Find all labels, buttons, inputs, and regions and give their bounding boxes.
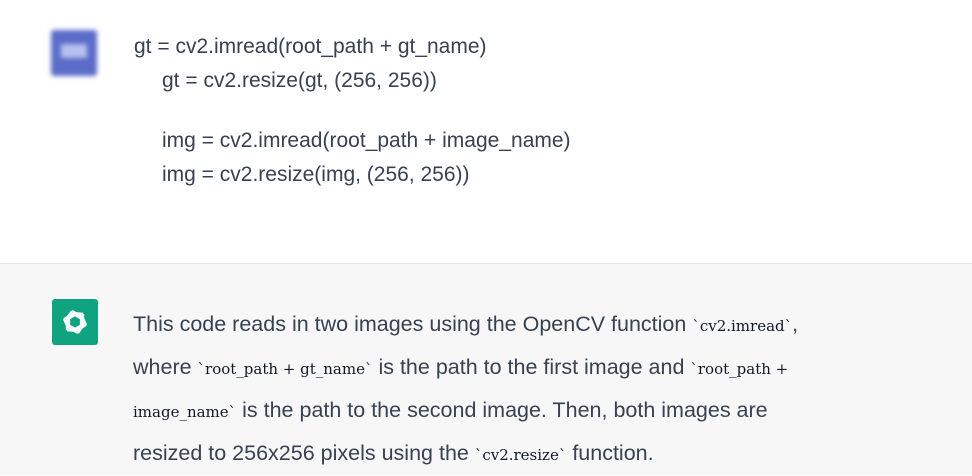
assistant-message-text: This code reads in two images using the …	[133, 304, 963, 476]
inline-code: `cv2.imread`	[692, 317, 793, 335]
assistant-line: resized to 256x256 pixels using the `cv2…	[133, 433, 963, 476]
text-segment: resized to 256x256 pixels using the	[133, 441, 475, 465]
user-code-line: img = cv2.resize(img, (256, 256))	[162, 163, 470, 186]
text-segment: function.	[566, 441, 654, 465]
inline-code: `root_path +	[690, 360, 789, 378]
user-code-line: gt = cv2.imread(root_path + gt_name)	[134, 35, 487, 58]
user-message-text: gt = cv2.imread(root_path + gt_name) gt …	[134, 30, 571, 192]
assistant-line: image_name` is the path to the second im…	[133, 390, 963, 433]
text-segment: This code reads in two images using the …	[133, 312, 693, 336]
assistant-line: This code reads in two images using the …	[133, 304, 963, 347]
text-segment: where	[133, 355, 198, 379]
user-code-line: img = cv2.imread(root_path + image_name)	[162, 129, 571, 152]
openai-logo-icon	[52, 299, 98, 345]
assistant-message: This code reads in two images using the …	[0, 264, 972, 475]
text-segment: ,	[792, 312, 799, 336]
user-avatar	[51, 30, 97, 76]
assistant-line: where `root_path + gt_name` is the path …	[133, 347, 963, 390]
text-segment: is the path to the first image and	[372, 355, 691, 379]
text-segment: is the path to the second image. Then, b…	[236, 398, 768, 422]
inline-code: image_name`	[133, 403, 237, 421]
inline-code: `root_path + gt_name`	[197, 360, 373, 378]
user-code-line: gt = cv2.resize(gt, (256, 256))	[162, 69, 437, 92]
inline-code: `cv2.resize`	[474, 446, 567, 464]
user-message: gt = cv2.imread(root_path + gt_name) gt …	[0, 0, 972, 264]
